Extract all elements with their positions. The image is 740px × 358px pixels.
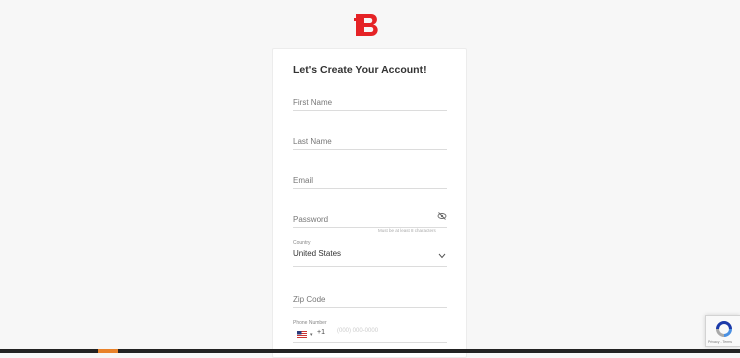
dial-dropdown-icon[interactable]: ▾	[310, 332, 313, 338]
eye-slash-icon[interactable]	[437, 211, 447, 221]
phone-input[interactable]: (000) 000-0000	[337, 328, 378, 334]
email-input[interactable]	[293, 173, 423, 188]
last-name-input[interactable]	[293, 134, 423, 149]
password-hint: Must be at least 8 characters	[378, 228, 436, 233]
dial-code: +1	[317, 329, 325, 336]
country-value: United States	[293, 249, 342, 258]
recaptcha-text[interactable]: Privacy - Terms	[708, 340, 732, 344]
password-input[interactable]	[293, 212, 423, 227]
bottom-accent	[98, 349, 118, 353]
email-field[interactable]	[293, 170, 447, 189]
phone-field[interactable]: ▾ +1 (000) 000-0000	[293, 327, 447, 343]
country-label: Country	[293, 240, 311, 246]
form-title: Let's Create Your Account!	[293, 64, 427, 76]
first-name-field[interactable]	[293, 92, 447, 111]
recaptcha-icon	[716, 321, 732, 337]
recaptcha-badge[interactable]: Privacy - Terms	[705, 315, 740, 347]
signup-page: { "brand": { "logo_icon": "bitcoin-b-log…	[0, 0, 740, 358]
us-flag-icon[interactable]	[297, 331, 307, 338]
brand-logo-icon	[354, 14, 378, 36]
country-select[interactable]: United States	[293, 248, 447, 267]
chevron-down-icon	[438, 253, 446, 259]
zip-code-input[interactable]	[293, 292, 423, 307]
password-field[interactable]	[293, 209, 447, 228]
phone-label: Phone Number	[293, 320, 327, 326]
last-name-field[interactable]	[293, 131, 447, 150]
first-name-input[interactable]	[293, 95, 423, 110]
zip-code-field[interactable]	[293, 289, 447, 308]
